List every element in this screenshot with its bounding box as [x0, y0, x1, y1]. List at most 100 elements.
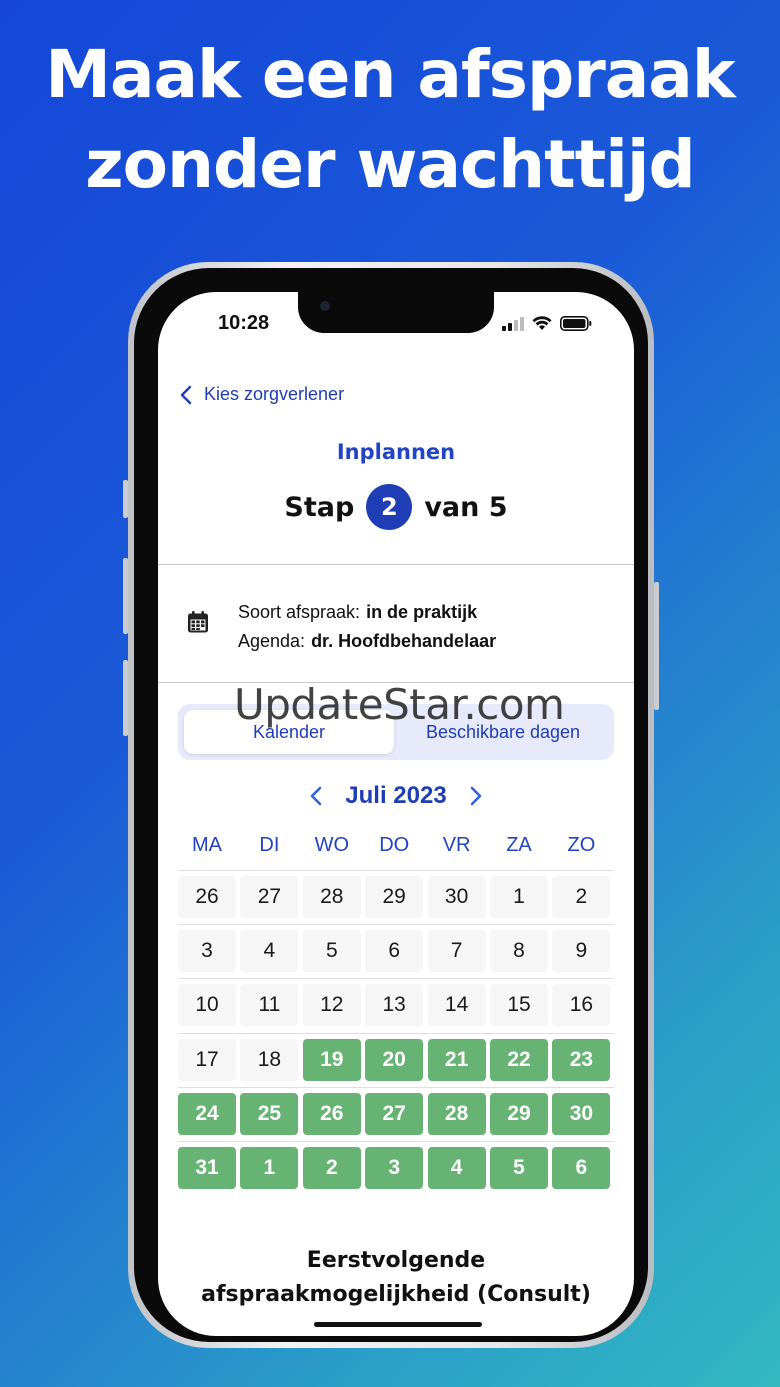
status-icons — [502, 316, 592, 331]
notch — [298, 292, 494, 333]
appointment-info: Soort afspraak: in de praktijk Agenda: dr.… — [238, 598, 496, 656]
calendar-day: 4 — [240, 930, 299, 973]
calendar-day: 15 — [490, 984, 548, 1027]
calendar-day: 13 — [365, 984, 424, 1027]
month-navigator: Juli 2023 — [158, 782, 634, 810]
step-suffix: van 5 — [424, 491, 508, 523]
weekday-header: ZA — [506, 834, 532, 856]
calendar-day-available[interactable]: 29 — [490, 1092, 548, 1135]
calendar-day: 29 — [365, 876, 424, 918]
calendar-day-available[interactable]: 30 — [552, 1092, 611, 1135]
next-month-button[interactable] — [469, 785, 483, 807]
calendar-day-available[interactable]: 21 — [427, 1038, 486, 1081]
signal-icon — [502, 316, 524, 331]
calendar-day-available[interactable]: 2 — [302, 1147, 361, 1189]
calendar-day-available[interactable]: 20 — [365, 1038, 424, 1081]
front-camera — [320, 301, 330, 311]
weekday-header: ZO — [567, 834, 596, 856]
calendar-day-available[interactable]: 27 — [365, 1092, 424, 1135]
calendar-day: 26 — [178, 876, 236, 918]
current-month: Juli 2023 — [345, 782, 447, 809]
weekday-header: VR — [442, 834, 471, 856]
calendar-day-available[interactable]: 22 — [490, 1038, 548, 1081]
calendar-day: 5 — [302, 930, 361, 973]
divider — [158, 564, 634, 565]
next-available-line-1: Eerstvolgende — [306, 1248, 486, 1273]
next-available-line-2: afspraakmogelijkheid (Consult) — [201, 1282, 591, 1307]
headline: Maak een afspraak zonder wachttijd — [0, 30, 780, 210]
appointment-type-label: Soort afspraak: — [238, 602, 361, 622]
phone-bezel: 10:28 Kies zorgverlener Inplannen Stap 2… — [134, 268, 648, 1342]
calendar-day-available[interactable]: 1 — [240, 1147, 299, 1189]
grid-line — [178, 870, 614, 871]
home-indicator — [314, 1322, 482, 1327]
grid-line — [178, 1032, 614, 1034]
app-screen: 10:28 Kies zorgverlener Inplannen Stap 2… — [158, 292, 634, 1336]
weekday-header: DI — [259, 834, 280, 856]
step-number-badge: 2 — [366, 484, 413, 530]
calendar-day-available[interactable]: 3 — [365, 1147, 424, 1189]
weekday-header: WO — [314, 834, 350, 856]
calendar-day-available[interactable]: 26 — [302, 1092, 361, 1135]
calendar-day-available[interactable]: 5 — [490, 1147, 548, 1189]
calendar-day: 27 — [240, 876, 299, 918]
calendar-day: 3 — [178, 930, 236, 973]
calendar-day: 30 — [427, 876, 486, 918]
phone-frame: 10:28 Kies zorgverlener Inplannen Stap 2… — [123, 262, 659, 1348]
step-prefix: Stap — [284, 491, 355, 523]
appointment-type-value: in de praktijk — [366, 602, 478, 622]
calendar-day-available[interactable]: 19 — [302, 1038, 361, 1081]
calendar-icon — [188, 611, 208, 633]
calendar-day-available[interactable]: 6 — [552, 1147, 611, 1189]
headline-line-1: Maak een afspraak — [45, 36, 735, 113]
page-title: Inplannen — [336, 440, 456, 464]
battery-icon — [560, 316, 592, 331]
agenda-label: Agenda: — [238, 631, 306, 651]
back-label: Kies zorgverlener — [204, 384, 345, 404]
calendar-day-available[interactable]: 25 — [240, 1092, 299, 1135]
chevron-left-icon — [310, 786, 322, 806]
calendar-day-available[interactable]: 31 — [178, 1147, 236, 1189]
calendar-day: 9 — [552, 930, 611, 973]
calendar-day: 2 — [552, 876, 611, 918]
calendar-day: 7 — [427, 930, 486, 973]
volume-up-button — [123, 558, 128, 634]
grid-line — [178, 1141, 614, 1142]
agenda-row: Agenda: dr. Hoofdbehandelaar — [238, 627, 496, 656]
headline-line-2: zonder wachttijd — [85, 126, 696, 203]
calendar-day-available[interactable]: 28 — [427, 1092, 486, 1135]
calendar-day: 10 — [178, 984, 236, 1027]
calendar-day: 1 — [490, 876, 548, 918]
grid-line — [178, 1086, 614, 1088]
volume-down-button — [123, 660, 128, 736]
wifi-icon — [532, 316, 552, 330]
chevron-left-icon — [180, 385, 192, 404]
calendar-day: 8 — [490, 930, 548, 973]
grid-line — [178, 924, 614, 926]
next-available-heading: Eerstvolgende afspraakmogelijkheid (Cons… — [158, 1244, 634, 1312]
agenda-value: dr. Hoofdbehandelaar — [311, 631, 497, 651]
calendar-day-available[interactable]: 24 — [178, 1092, 236, 1135]
power-button — [654, 582, 659, 710]
calendar-day-available[interactable]: 23 — [552, 1038, 611, 1081]
back-button[interactable]: Kies zorgverlener — [180, 384, 344, 405]
calendar-day: 11 — [240, 984, 299, 1027]
calendar-day: 18 — [240, 1038, 299, 1081]
appointment-type-row: Soort afspraak: in de praktijk — [238, 598, 496, 627]
calendar-day: 16 — [552, 984, 611, 1027]
calendar-day: 14 — [427, 984, 486, 1027]
weekday-header: DO — [379, 834, 410, 856]
calendar-day: 12 — [302, 984, 361, 1027]
chevron-right-icon — [470, 786, 482, 806]
calendar-day-available[interactable]: 4 — [427, 1147, 486, 1189]
grid-line — [178, 978, 614, 980]
weekday-header: MA — [192, 834, 222, 856]
mute-switch — [123, 480, 128, 518]
watermark: UpdateStar.com — [234, 680, 565, 729]
step-indicator: Stap 2 van 5 — [158, 484, 634, 530]
calendar-day: 6 — [365, 930, 424, 973]
calendar-day: 17 — [178, 1038, 236, 1081]
previous-month-button[interactable] — [309, 785, 323, 807]
calendar-day: 28 — [302, 876, 361, 918]
status-time: 10:28 — [218, 312, 270, 334]
